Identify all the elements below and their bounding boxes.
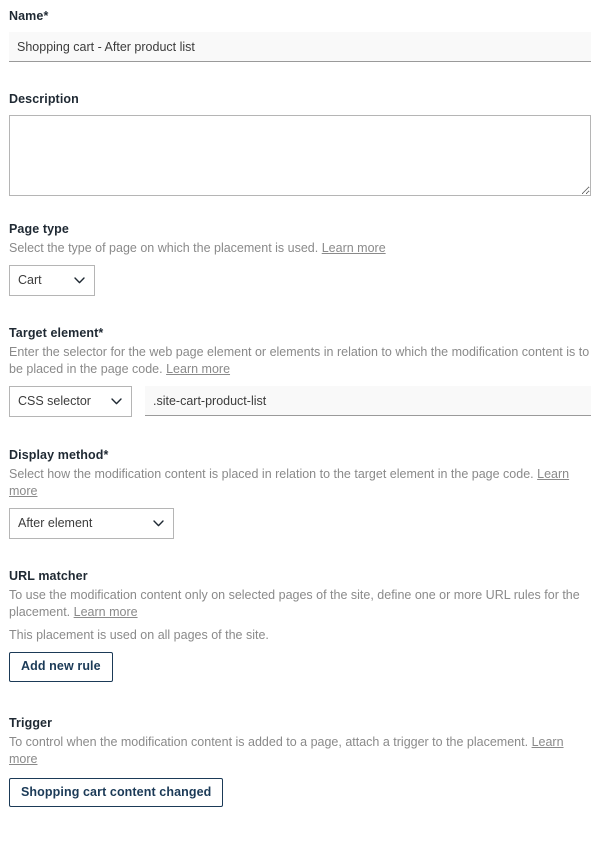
page-type-help: Select the type of page on which the pla… [9,240,591,257]
target-element-help-text: Enter the selector for the web page elem… [9,345,589,376]
add-new-rule-button[interactable]: Add new rule [9,652,113,682]
spacer [9,107,591,115]
page-type-help-text: Select the type of page on which the pla… [9,241,318,255]
target-element-row: CSS selector [9,386,591,417]
spacer [9,257,591,265]
url-matcher-help: To use the modification content only on … [9,587,591,621]
page-type-select[interactable]: Cart [9,265,95,296]
page-type-learn-more-link[interactable]: Learn more [322,241,386,255]
selector-type-select[interactable]: CSS selector [9,386,132,417]
spacer [9,196,591,221]
trigger-label: Trigger [9,715,591,731]
spacer [9,62,591,91]
field-page-type: Page type Select the type of page on whi… [9,221,591,296]
description-textarea[interactable] [9,115,591,196]
display-method-select[interactable]: After element [9,508,174,539]
trigger-chip-button[interactable]: Shopping cart content changed [9,778,223,808]
selector-type-select-value: CSS selector [10,387,131,416]
page-type-label: Page type [9,221,591,237]
display-method-select-value: After element [10,509,173,538]
name-input[interactable] [9,32,591,62]
spacer [9,682,591,715]
spacer [9,539,591,568]
trigger-help-text: To control when the modification content… [9,735,528,749]
trigger-help: To control when the modification content… [9,734,591,768]
target-element-help: Enter the selector for the web page elem… [9,344,591,378]
placement-settings-form: Name* Description Page type Select the t… [0,0,600,807]
target-element-label: Target element* [9,325,591,341]
spacer [9,768,591,778]
url-matcher-label: URL matcher [9,568,591,584]
field-trigger: Trigger To control when the modification… [9,715,591,808]
url-matcher-learn-more-link[interactable]: Learn more [74,605,138,619]
name-label: Name* [9,8,591,24]
display-method-help-text: Select how the modification content is p… [9,467,534,481]
page-type-select-value: Cart [10,266,94,295]
description-label: Description [9,91,591,107]
target-element-learn-more-link[interactable]: Learn more [166,362,230,376]
spacer [9,378,591,386]
spacer [9,24,591,32]
spacer [9,500,591,508]
field-description: Description [9,91,591,196]
field-target-element: Target element* Enter the selector for t… [9,325,591,417]
field-display-method: Display method* Select how the modificat… [9,447,591,539]
field-url-matcher: URL matcher To use the modification cont… [9,568,591,682]
selector-value-wrap [145,386,591,416]
spacer [9,296,591,325]
selector-value-input[interactable] [145,386,591,416]
spacer [9,0,591,8]
spacer [9,417,591,447]
field-name: Name* [9,8,591,62]
spacer [9,644,591,652]
display-method-help: Select how the modification content is p… [9,466,591,500]
display-method-label: Display method* [9,447,591,463]
url-matcher-status: This placement is used on all pages of t… [9,627,591,644]
